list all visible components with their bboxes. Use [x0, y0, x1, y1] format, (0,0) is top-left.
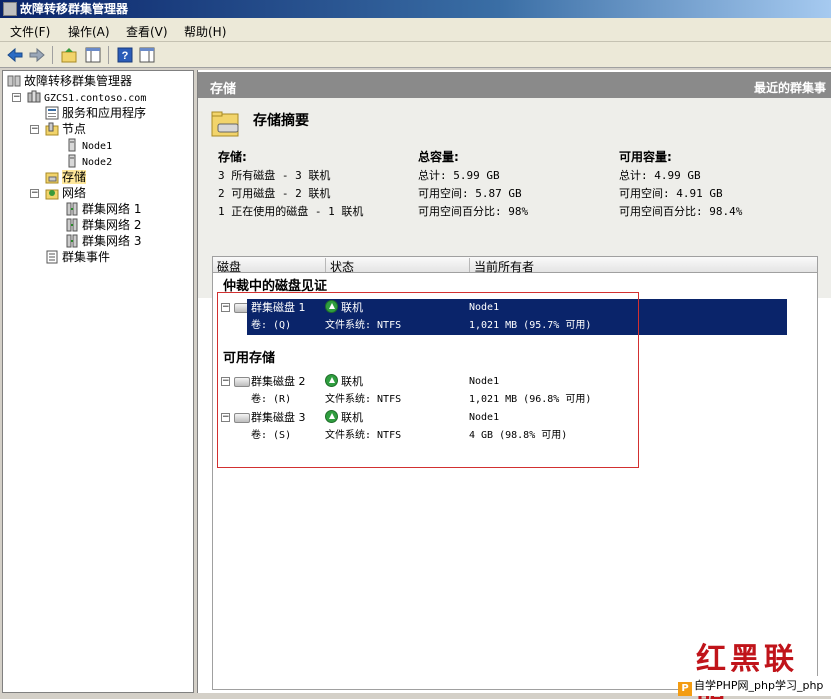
cluster-manager-icon — [3, 2, 17, 16]
network-icon — [66, 202, 78, 216]
tree-networks[interactable]: 网络 — [45, 185, 86, 201]
menu-file[interactable]: 文件(F) — [10, 23, 50, 40]
tree-network-2[interactable]: 群集网络 2 — [65, 217, 141, 233]
help-icon[interactable]: ? — [116, 46, 134, 64]
collapse-networks-toggle[interactable]: − — [30, 189, 39, 198]
tree-nodes[interactable]: 节点 — [45, 121, 86, 137]
column-disk[interactable]: 磁盘 — [213, 258, 241, 274]
tree-services-apps[interactable]: 服务和应用程序 — [45, 105, 146, 121]
column-status[interactable]: 状态 — [325, 258, 354, 274]
pane-title: 存储 — [210, 82, 237, 97]
storage-folder-icon — [45, 172, 59, 184]
properties-icon[interactable] — [138, 46, 156, 64]
tree-network-3[interactable]: 群集网络 3 — [65, 233, 141, 249]
total-capacity-stats: 总容量: 总计: 5.99 GB 可用空间: 5.87 GB 可用空间百分比: … — [418, 150, 529, 218]
php-logo-icon: P — [678, 682, 692, 696]
show-hide-tree-icon[interactable] — [84, 46, 102, 64]
collapse-nodes-toggle[interactable]: − — [30, 125, 39, 134]
nodes-folder-icon — [45, 122, 59, 136]
svg-text:?: ? — [122, 50, 129, 62]
network-icon — [66, 218, 78, 232]
cluster-icon — [27, 90, 41, 103]
pane-header: 存储 最近的群集事 — [198, 72, 831, 98]
console-tree: 故障转移群集管理器 − GZCS1.contoso.com 服务和应用程序 − … — [2, 70, 194, 693]
server-icon — [68, 154, 76, 168]
tree-cluster-events[interactable]: 群集事件 — [45, 249, 110, 265]
available-capacity-stats: 可用容量: 总计: 4.99 GB 可用空间: 4.91 GB 可用空间百分比:… — [619, 150, 743, 218]
tree-node2[interactable]: Node2 — [65, 153, 112, 169]
tree-cluster[interactable]: GZCS1.contoso.com — [27, 89, 146, 105]
back-arrow-icon[interactable] — [6, 46, 24, 64]
highlight-box — [217, 292, 639, 468]
cluster-manager-icon — [7, 75, 21, 87]
events-icon — [46, 250, 58, 264]
menu-action[interactable]: 操作(A) — [68, 23, 110, 40]
networks-folder-icon — [45, 189, 59, 200]
watermark-footer: P自学PHP网_php学习_php教 — [678, 676, 831, 696]
menu-view[interactable]: 查看(V) — [126, 23, 168, 40]
forward-arrow-icon[interactable] — [28, 46, 46, 64]
toolbar: ? — [0, 42, 831, 68]
tree-network-1[interactable]: 群集网络 1 — [65, 201, 141, 217]
up-folder-icon[interactable] — [60, 46, 78, 64]
network-icon — [66, 234, 78, 248]
tree-node1[interactable]: Node1 — [65, 137, 112, 153]
summary-title: 存储摘要 — [253, 113, 309, 129]
server-icon — [68, 138, 76, 152]
storage-stats: 存储: 3 所有磁盘 - 3 联机 2 可用磁盘 - 2 联机 1 正在使用的磁… — [218, 150, 364, 218]
menu-bar: 文件(F) 操作(A) 查看(V) 帮助(H) — [0, 18, 831, 42]
window-title: 故障转移群集管理器 — [20, 2, 129, 16]
collapse-cluster-toggle[interactable]: − — [12, 93, 21, 102]
menu-help[interactable]: 帮助(H) — [184, 23, 226, 40]
tree-storage[interactable]: 存储 — [45, 169, 87, 185]
tree-root[interactable]: 故障转移群集管理器 — [7, 73, 132, 89]
disk-list-header: 磁盘 状态 当前所有者 — [213, 257, 817, 274]
storage-summary-icon — [211, 111, 239, 137]
recent-events-link[interactable]: 最近的群集事 — [754, 79, 826, 96]
toolbar-separator — [108, 46, 109, 64]
services-icon — [45, 106, 59, 120]
window-titlebar: 故障转移群集管理器 — [0, 0, 831, 18]
column-owner[interactable]: 当前所有者 — [469, 258, 793, 274]
toolbar-separator — [52, 46, 53, 64]
